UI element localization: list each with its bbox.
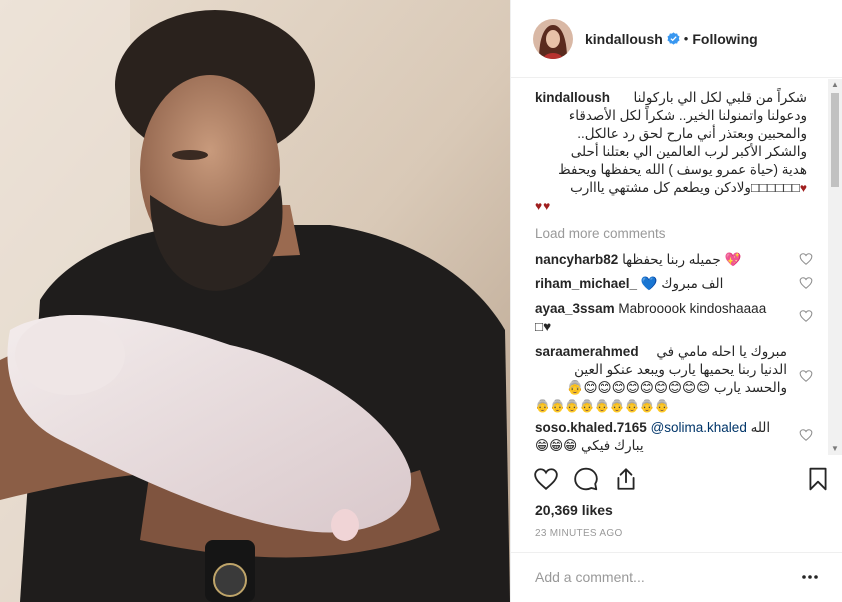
caption-tail-boxes: □□□□□□ xyxy=(750,180,800,195)
caption-text-6: ♥□□□□□□ولادكن ويطعم كل مشتهي يااارب xyxy=(535,179,807,197)
caption-text-2: ودعولنا واتمنولنا الخير.. شكراً لكل الأص… xyxy=(568,108,807,123)
post-actions-bar xyxy=(533,462,831,498)
post-photo[interactable] xyxy=(0,0,510,602)
comment-username[interactable]: saraamerahmed xyxy=(535,343,639,361)
comment-item: soso.khaled.7165 @solima.khaled الله 😁😁😁… xyxy=(535,419,787,455)
comment-text-1: مبروك يا احله مامي في xyxy=(656,344,787,359)
comment-text-3: والحسد يارب 😊😊😊😊😊😊😊😊😊👵 xyxy=(535,379,787,397)
comment-like-heart-icon[interactable] xyxy=(799,276,813,290)
comment-emoji-row-2: 👵👵👵👵👵👵👵👵👵 xyxy=(535,399,670,413)
comment-like-heart-icon[interactable] xyxy=(799,369,813,383)
share-icon[interactable] xyxy=(613,466,639,492)
caption-text-6-words: ولادكن ويطعم كل مشتهي يااارب xyxy=(570,180,751,195)
comment-input[interactable] xyxy=(535,565,775,589)
caption-hearts: ♥♥ xyxy=(535,197,807,215)
instagram-post-modal: kindalloush • Following kindalloush شكرا… xyxy=(0,0,842,602)
post-header: kindalloush • Following xyxy=(511,0,842,78)
comment-item: saraamerahmed مبروك يا احله مامي في الدن… xyxy=(535,343,787,415)
comment-username[interactable]: soso.khaled.7165 xyxy=(535,420,647,435)
add-comment-section xyxy=(511,552,842,602)
caption-text-4: والشكر الأكبر لرب العالمين الي بعتلنا أح… xyxy=(570,144,807,159)
comment-emoji: 💖 xyxy=(724,252,742,267)
comments-list: kindalloush شكراً من قلبي لكل الي باركول… xyxy=(511,79,842,455)
comment-emoji: 💙 xyxy=(640,276,658,291)
photo-illustration xyxy=(0,0,510,602)
comment-text-words: جميله ربنا يحفظها xyxy=(622,252,721,267)
following-button[interactable]: Following xyxy=(692,31,757,47)
comment-username[interactable]: riham_michael_ xyxy=(535,276,637,291)
comment-emoji: 😁😁😁 xyxy=(535,438,578,453)
comment-username[interactable]: ayaa_3ssam xyxy=(535,301,615,316)
load-more-comments-button[interactable]: Load more comments xyxy=(535,226,666,241)
avatar[interactable] xyxy=(533,18,573,59)
post-caption: kindalloush شكراً من قلبي لكل الي باركول… xyxy=(535,89,807,215)
comment-item: nancyharb82 جميله ربنا يحفظها 💖 xyxy=(535,251,787,269)
comment-text: الله xyxy=(750,420,771,435)
avatar-image xyxy=(533,18,573,59)
separator-dot: • xyxy=(683,31,689,46)
comment-emoji-row: 😊😊😊😊😊😊😊😊😊👵 xyxy=(566,380,711,395)
comment-like-heart-icon[interactable] xyxy=(799,252,813,266)
heart-icon[interactable] xyxy=(533,466,559,492)
comment-like-heart-icon[interactable] xyxy=(799,428,813,442)
verified-badge-icon xyxy=(667,32,680,45)
comments-scrollbar[interactable]: ▲ ▼ xyxy=(828,79,842,455)
scroll-down-arrow-icon[interactable]: ▼ xyxy=(831,445,839,453)
likes-count[interactable]: 20,369 likes xyxy=(535,502,613,518)
bookmark-icon[interactable] xyxy=(805,466,831,492)
post-timestamp[interactable]: 23 MINUTES AGO xyxy=(535,528,623,539)
comment-text: الف مبروك xyxy=(661,276,724,291)
comment-like-heart-icon[interactable] xyxy=(799,309,813,323)
caption-text-5: هدية (حياة عمرو يوسف ) الله يحفظها ويحفظ xyxy=(558,162,807,177)
comment-text: جميله ربنا يحفظها 💖 xyxy=(622,252,741,267)
comment-text-2: الدنيا ربنا يحميها يارب ويبعد عنكو العين xyxy=(574,362,787,377)
more-options-icon[interactable] xyxy=(801,569,819,585)
comment-line-2: 😁😁😁 يبارك فيكي xyxy=(535,437,787,455)
comment-extra: □♥ xyxy=(535,319,552,334)
caption-username[interactable]: kindalloush xyxy=(535,89,610,107)
comment-item: ayaa_3ssam Mabrooook kindoshaaaa □♥ xyxy=(535,300,787,336)
caption-text-3: والمحبين وبعتذر أني مارح لحق رد عالكل.. xyxy=(577,126,807,141)
caption-text-1: شكراً من قلبي لكل الي باركولنا xyxy=(633,90,807,105)
comment-username[interactable]: nancyharb82 xyxy=(535,252,618,267)
comment-text-2: يبارك فيكي xyxy=(581,438,644,453)
comment-item: riham_michael_ 💙 الف مبروك xyxy=(535,275,787,293)
comment-line-1: soso.khaled.7165 @solima.khaled الله xyxy=(535,419,787,437)
caption-heart-end: ♥ xyxy=(799,181,807,195)
caption-line-1: kindalloush شكراً من قلبي لكل الي باركول… xyxy=(535,89,807,107)
comment-mention[interactable]: @solima.khaled xyxy=(651,420,747,435)
comment-line-1: saraamerahmed مبروك يا احله مامي في xyxy=(535,343,787,361)
scrollbar-thumb[interactable] xyxy=(831,93,839,187)
comment-text: Mabrooook kindoshaaaa xyxy=(618,301,767,316)
comment-icon[interactable] xyxy=(573,466,599,492)
scroll-up-arrow-icon[interactable]: ▲ xyxy=(831,81,839,89)
post-username[interactable]: kindalloush xyxy=(585,31,663,47)
comment-text-3-words: والحسد يارب xyxy=(713,380,787,395)
post-details-panel: kindalloush • Following kindalloush شكرا… xyxy=(510,0,842,602)
caption-hearts-text: ♥♥ xyxy=(535,199,552,213)
